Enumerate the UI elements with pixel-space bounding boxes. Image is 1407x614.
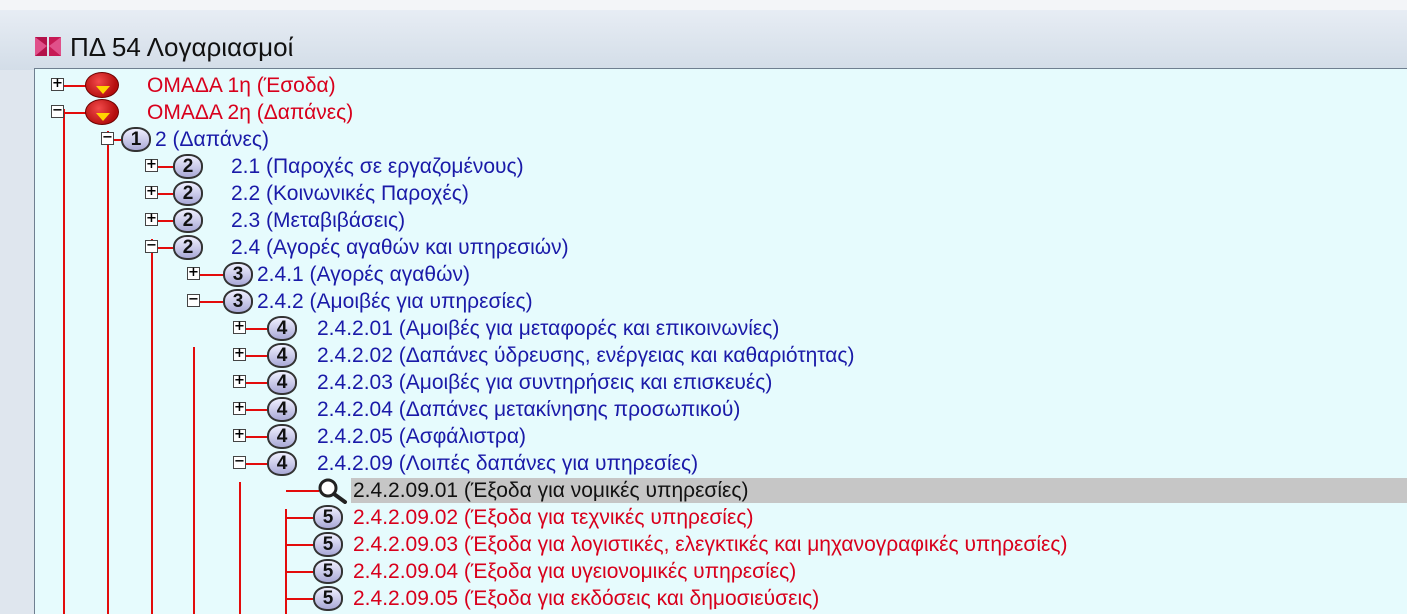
expand-toggle[interactable]: + bbox=[187, 266, 200, 280]
tree-node[interactable]: +3 2.4.1 (Αγορές αγαθών) bbox=[35, 261, 1407, 288]
magnifier-icon bbox=[318, 478, 347, 504]
level-1-icon: 1 bbox=[121, 127, 151, 152]
expand-toggle[interactable]: + bbox=[145, 212, 158, 226]
level-number: 3 bbox=[232, 291, 244, 312]
level-2-icon: 2 bbox=[173, 235, 203, 260]
level-4-icon: 4 bbox=[267, 397, 297, 422]
level-5-icon: 5 bbox=[313, 532, 343, 557]
accounts-tree-panel[interactable]: + ΟΜΑΔΑ 1η (Έσοδα) − ΟΜΑΔΑ 2η (Δαπάνες) − 1 2 … bbox=[34, 68, 1407, 614]
level-4-icon: 4 bbox=[267, 370, 297, 395]
level-number: 5 bbox=[322, 588, 334, 609]
group-ball-icon bbox=[85, 72, 119, 98]
level-2-icon: 2 bbox=[173, 208, 203, 233]
collapse-toggle[interactable]: − bbox=[145, 239, 158, 253]
tree-node-label[interactable]: 2.4 (Αγορές αγαθών και υπηρεσιών) bbox=[231, 236, 569, 259]
tree-node-label[interactable]: 2.1 (Παροχές σε εργαζομένους) bbox=[231, 155, 524, 178]
ledger-app-icon bbox=[35, 37, 61, 56]
tree-node-label[interactable]: 2.4.2 (Αμοιβές για υπηρεσίες) bbox=[257, 290, 533, 313]
level-number: 5 bbox=[322, 534, 334, 555]
tree-node-label[interactable]: 2.4.2.02 (Δαπάνες ύδρευσης, ενέργειας κα… bbox=[317, 344, 855, 367]
level-number: 2 bbox=[182, 183, 194, 204]
tree-node[interactable]: +4 2.4.2.05 (Ασφάλιστρα) bbox=[35, 423, 1407, 450]
level-2-icon: 2 bbox=[173, 181, 203, 206]
level-5-icon: 5 bbox=[313, 586, 343, 611]
tree-node[interactable]: +2 2.3 (Μεταβιβάσεις) bbox=[35, 207, 1407, 234]
tree-node-label[interactable]: 2.4.2.09.03 (Έξοδα για λογιστικές, ελεγκ… bbox=[353, 533, 1068, 556]
tree-node[interactable]: − 3 2.4.2 (Αμοιβές για υπηρεσίες) bbox=[35, 288, 1407, 315]
level-number: 4 bbox=[276, 399, 288, 420]
tree-node-label[interactable]: 2.4.2.09.02 (Έξοδα για τεχνικές υπηρεσίε… bbox=[353, 506, 753, 529]
expand-toggle[interactable]: + bbox=[51, 77, 64, 91]
level-3-icon: 3 bbox=[223, 289, 253, 314]
tree-node-label[interactable]: 2 (Δαπάνες) bbox=[155, 128, 269, 151]
level-number: 1 bbox=[130, 129, 142, 150]
tree-node[interactable]: 5 2.4.2.09.02 (Έξοδα για τεχνικές υπηρεσί… bbox=[35, 504, 1407, 531]
tree-node[interactable]: +4 2.4.2.02 (Δαπάνες ύδρευσης, ενέργειας … bbox=[35, 342, 1407, 369]
accounts-tree[interactable]: + ΟΜΑΔΑ 1η (Έσοδα) − ΟΜΑΔΑ 2η (Δαπάνες) − 1 2 … bbox=[35, 69, 1407, 614]
collapse-toggle[interactable]: − bbox=[233, 455, 246, 469]
level-4-icon: 4 bbox=[267, 424, 297, 449]
level-number: 2 bbox=[182, 237, 194, 258]
level-number: 5 bbox=[322, 507, 334, 528]
level-number: 3 bbox=[232, 264, 244, 285]
level-4-icon: 4 bbox=[267, 343, 297, 368]
expand-toggle[interactable]: + bbox=[233, 374, 246, 388]
tree-node-label[interactable]: 2.4.2.09 (Λοιπές δαπάνες για υπηρεσίες) bbox=[317, 452, 698, 475]
tree-node[interactable]: − ΟΜΑΔΑ 2η (Δαπάνες) bbox=[35, 99, 1407, 126]
level-2-icon: 2 bbox=[173, 154, 203, 179]
group-ball-icon bbox=[85, 99, 119, 125]
tree-node[interactable]: + ΟΜΑΔΑ 1η (Έσοδα) bbox=[35, 72, 1407, 99]
tree-node[interactable]: 5 2.4.2.09.05 (Έξοδα για εκδόσεις και δημ… bbox=[35, 585, 1407, 612]
tree-node[interactable]: − 2 2.4 (Αγορές αγαθών και υπηρεσιών) bbox=[35, 234, 1407, 261]
expand-toggle[interactable]: + bbox=[145, 158, 158, 172]
tree-node-label[interactable]: 2.3 (Μεταβιβάσεις) bbox=[231, 209, 405, 232]
tree-node-label[interactable]: ΟΜΑΔΑ 2η (Δαπάνες) bbox=[147, 101, 353, 124]
level-number: 4 bbox=[276, 426, 288, 447]
tree-node[interactable]: +2 2.1 (Παροχές σε εργαζομένους) bbox=[35, 153, 1407, 180]
level-4-icon: 4 bbox=[267, 451, 297, 476]
level-number: 2 bbox=[182, 210, 194, 231]
tree-node-label[interactable]: 2.4.2.05 (Ασφάλιστρα) bbox=[317, 425, 526, 448]
collapse-toggle[interactable]: − bbox=[187, 293, 200, 307]
tree-node[interactable]: +4 2.4.2.01 (Αμοιβές για μεταφορές και επ… bbox=[35, 315, 1407, 342]
level-number: 2 bbox=[182, 156, 194, 177]
level-5-icon: 5 bbox=[313, 505, 343, 530]
window-top-edge bbox=[0, 0, 1407, 10]
level-number: 4 bbox=[276, 372, 288, 393]
tree-node-label[interactable]: 2.4.2.03 (Αμοιβές για συντηρήσεις και επ… bbox=[317, 371, 772, 394]
tree-node-label[interactable]: 2.4.1 (Αγορές αγαθών) bbox=[257, 263, 470, 286]
collapse-toggle[interactable]: − bbox=[101, 131, 114, 145]
level-number: 4 bbox=[276, 318, 288, 339]
window-titlebar[interactable]: ΠΔ 54 Λογαριασμοί bbox=[0, 10, 1407, 70]
level-number: 4 bbox=[276, 453, 288, 474]
tree-node-label[interactable]: 2.4.2.01 (Αμοιβές για μεταφορές και επικ… bbox=[317, 317, 779, 340]
expand-toggle[interactable]: + bbox=[145, 185, 158, 199]
collapse-toggle[interactable]: − bbox=[51, 104, 64, 118]
tree-node[interactable]: − 1 2 (Δαπάνες) bbox=[35, 126, 1407, 153]
level-5-icon: 5 bbox=[313, 559, 343, 584]
expand-toggle[interactable]: + bbox=[233, 428, 246, 442]
tree-node[interactable]: +4 2.4.2.03 (Αμοιβές για συντηρήσεις και … bbox=[35, 369, 1407, 396]
tree-node-label[interactable]: 2.4.2.09.05 (Έξοδα για εκδόσεις και δημο… bbox=[353, 587, 819, 610]
tree-node-label[interactable]: 2.4.2.04 (Δαπάνες μετακίνησης προσωπικού… bbox=[317, 398, 740, 421]
tree-node[interactable]: 5 2.4.2.09.03 (Έξοδα για λογιστικές, ελεγ… bbox=[35, 531, 1407, 558]
tree-node-label[interactable]: 2.2 (Κοινωνικές Παροχές) bbox=[231, 182, 469, 205]
tree-node-label[interactable]: 2.4.2.09.04 (Έξοδα για υγειονομικές υπηρ… bbox=[353, 560, 796, 583]
expand-toggle[interactable]: + bbox=[233, 347, 246, 361]
level-number: 4 bbox=[276, 345, 288, 366]
tree-node-label[interactable]: 2.4.2.09.01 (Έξοδα για νομικές υπηρεσίες… bbox=[353, 479, 749, 502]
tree-node[interactable]: +2 2.2 (Κοινωνικές Παροχές) bbox=[35, 180, 1407, 207]
tree-node-label[interactable]: ΟΜΑΔΑ 1η (Έσοδα) bbox=[147, 74, 336, 97]
tree-node[interactable]: +4 2.4.2.04 (Δαπάνες μετακίνησης προσωπικ… bbox=[35, 396, 1407, 423]
expand-toggle[interactable]: + bbox=[233, 320, 246, 334]
tree-node-selected[interactable]: 2.4.2.09.01 (Έξοδα για νομικές υπηρεσίες… bbox=[35, 477, 1407, 504]
level-number: 5 bbox=[322, 561, 334, 582]
window-title: ΠΔ 54 Λογαριασμοί bbox=[70, 32, 294, 62]
tree-node[interactable]: 5 2.4.2.09.04 (Έξοδα για υγειονομικές υπη… bbox=[35, 558, 1407, 585]
tree-node[interactable]: − 4 2.4.2.09 (Λοιπές δαπάνες για υπηρεσίες… bbox=[35, 450, 1407, 477]
expand-toggle[interactable]: + bbox=[233, 401, 246, 415]
level-3-icon: 3 bbox=[223, 262, 253, 287]
level-4-icon: 4 bbox=[267, 316, 297, 341]
